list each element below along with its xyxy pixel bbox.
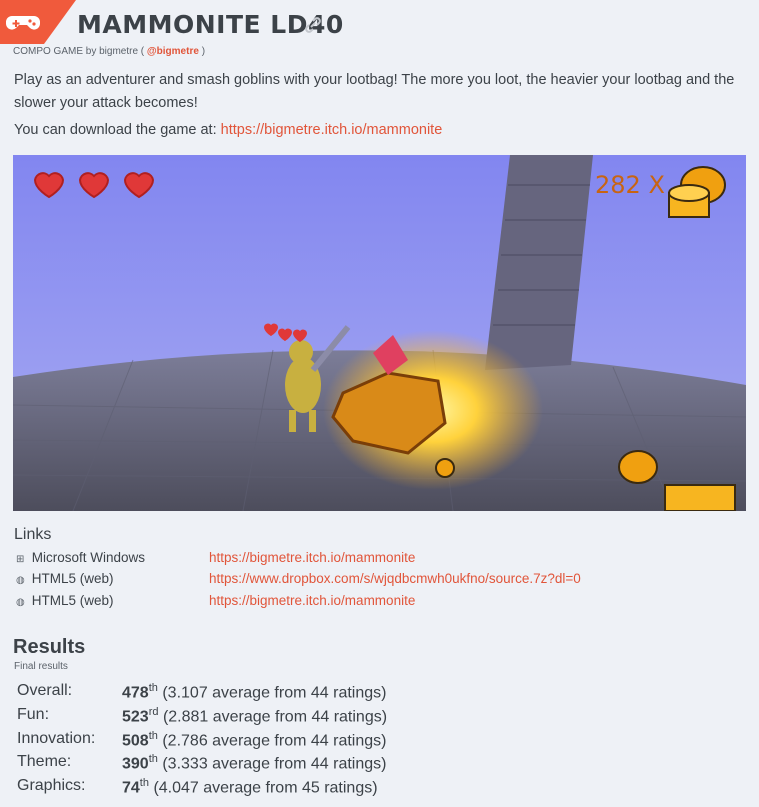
- result-rank: 508: [122, 732, 149, 750]
- compo-badge: [0, 0, 76, 44]
- author-link[interactable]: @bigmetre: [147, 46, 199, 57]
- rank-suffix: th: [148, 682, 158, 694]
- byline-suffix: ): [201, 46, 206, 57]
- download-link[interactable]: https://bigmetre.itch.io/mammonite: [221, 122, 443, 138]
- platform-label: Microsoft Windows: [31, 550, 146, 565]
- results-subtitle: Final results: [14, 661, 68, 672]
- download-url-link[interactable]: https://www.dropbox.com/s/wjqdbcmwh0ukfn…: [209, 571, 581, 586]
- results-heading: Results: [13, 636, 86, 658]
- result-category: Innovation:: [17, 730, 96, 747]
- download-url-link[interactable]: https://bigmetre.itch.io/mammonite: [209, 550, 415, 565]
- result-category: Overall:: [17, 682, 73, 699]
- windows-icon: ⊞: [16, 554, 25, 565]
- download-line: You can download the game at: https://bi…: [14, 122, 442, 138]
- game-description: Play as an adventurer and smash goblins …: [14, 72, 735, 111]
- result-detail: (3.107 average from 44 ratings): [162, 684, 387, 702]
- byline-prefix: COMPO GAME by bigmetre (: [13, 46, 145, 57]
- header: MAMMONITE LD40 COMPO GAME by bigmetre ( …: [0, 0, 759, 62]
- download-label: You can download the game at:: [14, 122, 217, 138]
- platform-label: HTML5 (web): [31, 571, 114, 586]
- result-rank: 74: [122, 779, 140, 797]
- rank-suffix: th: [139, 777, 149, 789]
- heart-icon: [33, 172, 155, 199]
- rank-suffix: th: [148, 753, 158, 765]
- result-category: Graphics:: [17, 777, 86, 794]
- result-detail: (2.786 average from 44 ratings): [162, 732, 387, 750]
- result-category: Fun:: [17, 706, 50, 723]
- rank-suffix: th: [148, 730, 158, 742]
- links-heading: Links: [14, 526, 52, 543]
- game-screenshot[interactable]: 282 X: [13, 155, 746, 511]
- byline: COMPO GAME by bigmetre ( @bigmetre ): [13, 46, 205, 57]
- permalink-icon[interactable]: [304, 16, 322, 39]
- platform-label: HTML5 (web): [31, 593, 114, 608]
- result-rank: 478: [122, 684, 149, 702]
- result-category: Theme:: [17, 753, 72, 770]
- rank-suffix: rd: [148, 706, 159, 718]
- download-url-link[interactable]: https://bigmetre.itch.io/mammonite: [209, 593, 415, 608]
- result-detail: (2.881 average from 44 ratings): [162, 708, 388, 726]
- score-counter: 282 X: [595, 171, 665, 199]
- result-detail: (4.047 average from 45 ratings): [153, 779, 378, 797]
- result-rank: 523: [122, 708, 149, 726]
- globe-icon: ◍: [16, 597, 25, 608]
- result-detail: (3.333 average from 44 ratings): [162, 755, 387, 773]
- globe-icon: ◍: [16, 575, 25, 586]
- result-rank: 390: [122, 755, 149, 773]
